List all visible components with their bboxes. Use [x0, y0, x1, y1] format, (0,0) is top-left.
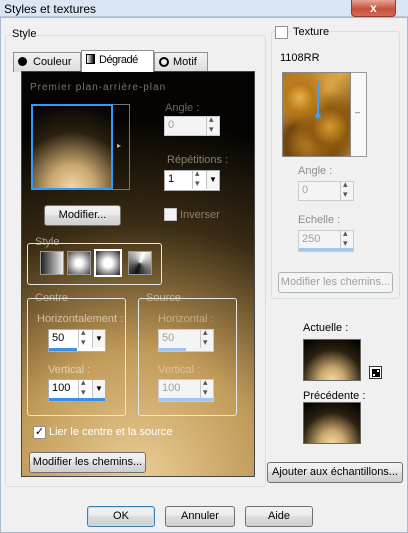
style-group-label: Style	[11, 28, 38, 40]
angle-label: Angle :	[165, 102, 200, 114]
texture-scale-label: Echelle :	[298, 214, 341, 226]
center-v-dropdown-icon[interactable]: ▼	[92, 380, 105, 398]
invert-checkbox[interactable]	[164, 208, 177, 221]
close-icon: x	[370, 1, 377, 15]
link-center-source-label: Lier le centre et la source	[49, 426, 173, 438]
source-v-level	[159, 398, 213, 401]
gradient-name: Premier plan-arrière-plan	[30, 82, 167, 93]
color-dot-icon	[18, 57, 27, 66]
center-label: Centre	[35, 292, 69, 304]
center-h-level	[49, 348, 77, 351]
window-title: Styles et textures	[4, 2, 97, 16]
gradient-style-label: Style	[35, 236, 60, 248]
rectangular-style-icon[interactable]	[67, 251, 91, 275]
center-h-label: Horizontalement :	[37, 313, 124, 325]
center-v-level	[49, 398, 105, 401]
source-h-stepper[interactable]: 50	[158, 327, 214, 352]
repetitions-value: 1	[168, 173, 175, 185]
current-label: Actuelle :	[303, 322, 349, 334]
tab-gradient-label: Dégradé	[99, 54, 138, 66]
texture-angle-label: Angle :	[298, 165, 333, 177]
center-v-stepper[interactable]: 100 ▼	[48, 377, 106, 402]
source-v-stepper[interactable]: 100	[158, 377, 214, 402]
texture-checkbox[interactable]	[275, 26, 288, 39]
angle-stepper[interactable]: 0	[164, 114, 220, 136]
gradient-dropdown[interactable]: ▸	[113, 104, 130, 190]
sunburst-style-icon[interactable]	[94, 249, 122, 277]
tab-color-label: Couleur	[33, 56, 72, 68]
radial-style-icon[interactable]	[128, 251, 152, 275]
texture-angle-value: 0	[302, 184, 309, 196]
center-h-spin-arrows[interactable]	[78, 327, 91, 348]
center-v-label: Vertical :	[48, 364, 91, 376]
texture-angle-stepper[interactable]: 0	[298, 179, 354, 201]
repetitions-spin-arrows[interactable]	[192, 168, 205, 189]
gradient-icon	[86, 54, 95, 64]
source-v-label: Vertical :	[158, 364, 201, 376]
gradient-preview[interactable]	[31, 104, 113, 190]
invert-label: Inverser	[180, 209, 220, 221]
tab-gradient[interactable]: Dégradé	[81, 50, 154, 72]
source-label: Source	[146, 292, 181, 304]
texture-angle-line	[317, 81, 319, 115]
swap-icon[interactable]	[369, 366, 382, 379]
center-v-spin-arrows[interactable]	[78, 377, 91, 398]
help-button[interactable]: Aide	[245, 506, 313, 527]
source-h-level	[159, 348, 186, 351]
center-h-stepper[interactable]: 50 ▼	[48, 327, 106, 352]
center-v-value: 100	[52, 382, 71, 394]
checkmark-icon: ✓	[34, 426, 45, 438]
repetitions-label: Répétitions :	[167, 154, 229, 166]
source-h-label: Horizontal :	[158, 313, 214, 325]
tab-pattern[interactable]: Motif	[154, 52, 208, 72]
repetitions-dropdown-icon[interactable]: ▼	[206, 171, 219, 189]
center-h-value: 50	[52, 332, 65, 344]
tab-pattern-label: Motif	[173, 56, 197, 68]
texture-modify-paths-button[interactable]: Modifier les chemins...	[278, 272, 393, 293]
modify-paths-button[interactable]: Modifier les chemins...	[29, 452, 146, 473]
ok-button[interactable]: OK	[87, 506, 155, 527]
linear-style-icon[interactable]	[40, 251, 64, 275]
texture-angle-spin-arrows[interactable]	[340, 179, 353, 200]
add-to-swatches-button[interactable]: Ajouter aux échantillons...	[267, 462, 403, 483]
texture-name: 1108RR	[280, 52, 320, 64]
texture-dropdown[interactable]: –	[351, 72, 367, 157]
texture-scale-value: 250	[302, 233, 321, 245]
modify-gradient-button[interactable]: Modifier...	[44, 205, 121, 226]
texture-preview[interactable]: ✱	[282, 72, 351, 157]
previous-label: Précédente :	[303, 390, 366, 402]
texture-scale-level	[299, 248, 353, 251]
previous-swatch[interactable]	[303, 402, 361, 444]
chevron-down-icon: ▸	[117, 141, 122, 150]
title-bar: Styles et textures x	[0, 0, 408, 17]
link-center-source-checkbox[interactable]: ✓	[33, 426, 46, 439]
source-v-value: 100	[162, 382, 181, 394]
angle-spin-arrows[interactable]	[206, 114, 219, 135]
close-button[interactable]: x	[351, 0, 396, 17]
repetitions-stepper[interactable]: 1 ▼	[164, 168, 220, 191]
source-h-value: 50	[162, 332, 175, 344]
texture-label: Texture	[292, 26, 331, 38]
texture-scale-spin-arrows[interactable]	[340, 228, 353, 249]
cancel-button[interactable]: Annuler	[165, 506, 235, 527]
current-swatch[interactable]	[303, 339, 361, 381]
texture-scale-stepper[interactable]: 250	[298, 228, 354, 252]
center-h-dropdown-icon[interactable]: ▼	[92, 330, 105, 348]
source-v-spin-arrows[interactable]	[200, 377, 213, 398]
tab-color[interactable]: Couleur	[13, 52, 81, 72]
chevron-right-icon: –	[355, 107, 361, 117]
pattern-icon	[159, 57, 169, 67]
texture-angle-handle-icon: ✱	[314, 111, 322, 121]
angle-value: 0	[168, 119, 175, 131]
source-h-spin-arrows[interactable]	[200, 327, 213, 348]
